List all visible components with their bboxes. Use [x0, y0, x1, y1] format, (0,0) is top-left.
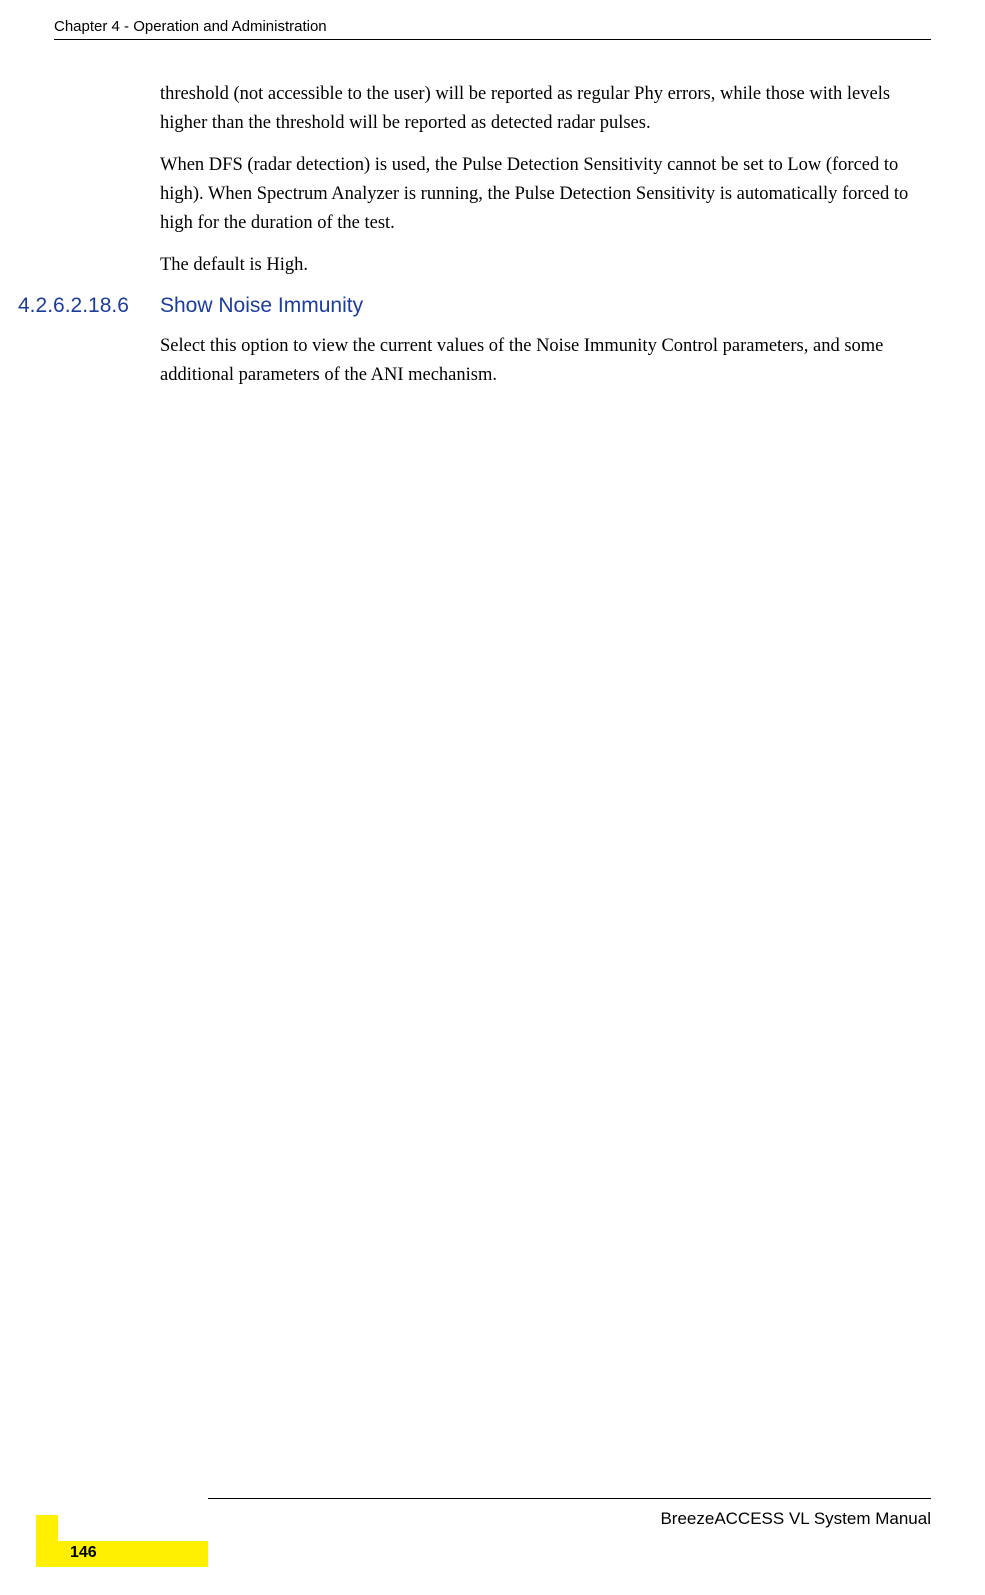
paragraph-3: The default is High. [160, 251, 929, 280]
footer-manual-name: BreezeACCESS VL System Manual [0, 1509, 931, 1529]
paragraph-2: When DFS (radar detection) is used, the … [160, 151, 929, 237]
page-number-wrap: 146 [0, 1537, 931, 1567]
section-heading: 4.2.6.2.18.6 Show Noise Immunity [160, 294, 929, 318]
yellow-box-icon [36, 1515, 58, 1567]
section-title: Show Noise Immunity [160, 294, 363, 317]
page-footer: BreezeACCESS VL System Manual 146 [0, 1498, 931, 1567]
paragraph-1: threshold (not accessible to the user) w… [160, 80, 929, 137]
footer-divider [208, 1498, 931, 1499]
paragraph-4: Select this option to view the current v… [160, 332, 929, 389]
section-number: 4.2.6.2.18.6 [18, 294, 129, 318]
page-number: 146 [70, 1544, 97, 1562]
content-area: threshold (not accessible to the user) w… [160, 80, 929, 403]
page-header: Chapter 4 - Operation and Administration [54, 18, 931, 40]
